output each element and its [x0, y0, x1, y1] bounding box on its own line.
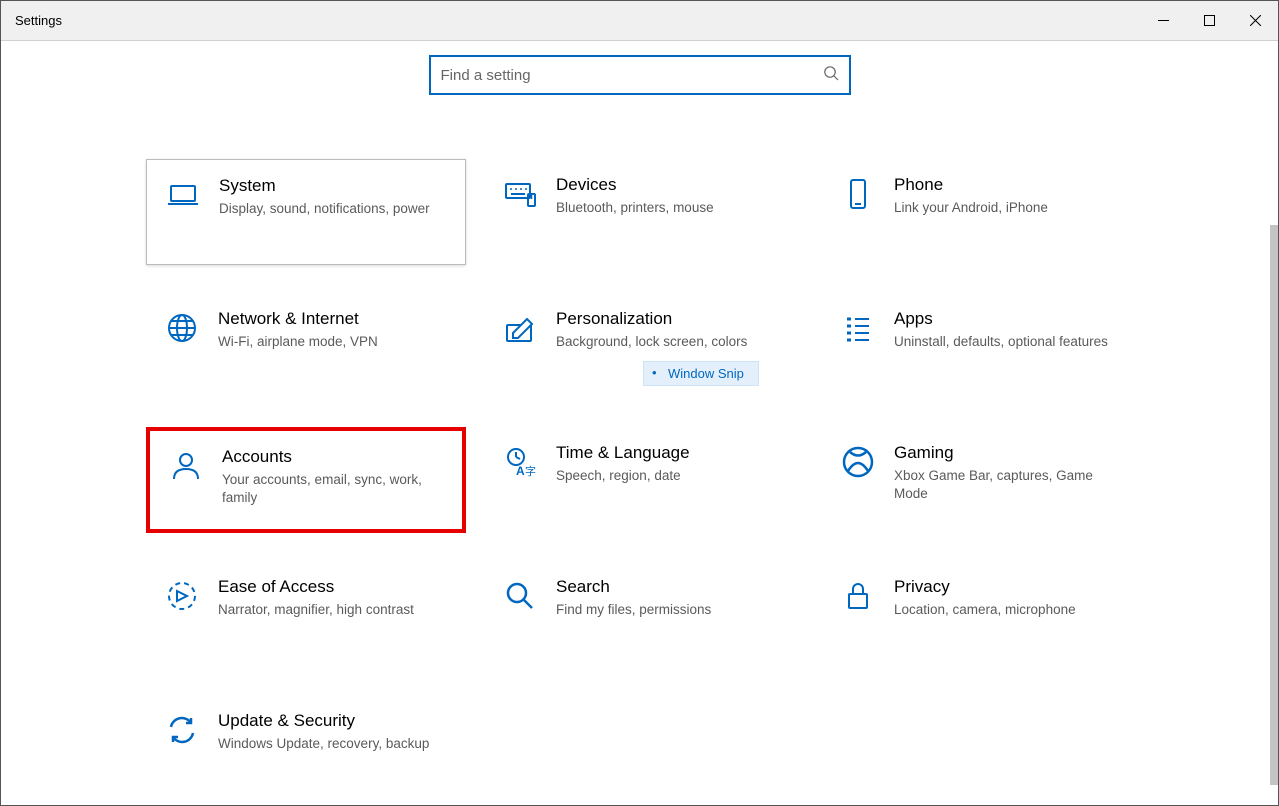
card-title: Phone	[894, 175, 1048, 195]
card-text: Devices Bluetooth, printers, mouse	[542, 175, 720, 249]
search-container	[1, 41, 1278, 95]
card-text: Privacy Location, camera, microphone	[880, 577, 1082, 651]
card-title: Accounts	[222, 447, 442, 467]
list-icon	[836, 309, 880, 383]
card-text: System Display, sound, notifications, pow…	[205, 176, 436, 248]
card-desc: Background, lock screen, colors	[556, 333, 747, 351]
card-title: Personalization	[556, 309, 747, 329]
settings-card-privacy[interactable]: Privacy Location, camera, microphone	[822, 561, 1142, 667]
lock-icon	[836, 577, 880, 651]
card-text: Accounts Your accounts, email, sync, work…	[208, 447, 448, 513]
card-desc: Display, sound, notifications, power	[219, 200, 430, 218]
close-button[interactable]	[1232, 1, 1278, 41]
keyboard-icon	[498, 175, 542, 249]
settings-card-phone[interactable]: Phone Link your Android, iPhone	[822, 159, 1142, 265]
ease-icon	[160, 577, 204, 651]
card-title: Update & Security	[218, 711, 429, 731]
search-icon	[823, 65, 839, 86]
card-desc: Your accounts, email, sync, work, family	[222, 471, 442, 507]
titlebar: Settings	[1, 1, 1278, 41]
card-desc: Location, camera, microphone	[894, 601, 1076, 619]
card-title: Time & Language	[556, 443, 690, 463]
search-box[interactable]	[429, 55, 851, 95]
maximize-button[interactable]	[1186, 1, 1232, 41]
card-title: Gaming	[894, 443, 1122, 463]
card-text: Time & Language Speech, region, date	[542, 443, 696, 517]
settings-card-devices[interactable]: Devices Bluetooth, printers, mouse	[484, 159, 804, 265]
card-desc: Link your Android, iPhone	[894, 199, 1048, 217]
clock-lang-icon	[498, 443, 542, 517]
card-text: Apps Uninstall, defaults, optional featur…	[880, 309, 1114, 383]
card-desc: Windows Update, recovery, backup	[218, 735, 429, 753]
card-title: Devices	[556, 175, 714, 195]
laptop-icon	[161, 176, 205, 248]
card-text: Network & Internet Wi-Fi, airplane mode, …	[204, 309, 384, 383]
settings-card-apps[interactable]: Apps Uninstall, defaults, optional featur…	[822, 293, 1142, 399]
card-text: Ease of Access Narrator, magnifier, high …	[204, 577, 420, 651]
scrollbar[interactable]	[1270, 225, 1278, 785]
card-text: Update & Security Windows Update, recover…	[204, 711, 435, 785]
xbox-icon	[836, 443, 880, 517]
card-text: Gaming Xbox Game Bar, captures, Game Mode	[880, 443, 1128, 517]
card-title: System	[219, 176, 430, 196]
card-title: Ease of Access	[218, 577, 414, 597]
phone-icon	[836, 175, 880, 249]
person-icon	[164, 447, 208, 513]
card-title: Apps	[894, 309, 1108, 329]
card-desc: Speech, region, date	[556, 467, 690, 485]
card-desc: Find my files, permissions	[556, 601, 711, 619]
pen-icon	[498, 309, 542, 383]
card-text: Search Find my files, permissions	[542, 577, 717, 651]
content-area: System Display, sound, notifications, pow…	[1, 41, 1278, 805]
update-icon	[160, 711, 204, 785]
window-title: Settings	[15, 13, 1140, 28]
search-input[interactable]	[441, 67, 823, 84]
card-text: Phone Link your Android, iPhone	[880, 175, 1054, 249]
snip-tooltip: Window Snip	[643, 361, 759, 386]
settings-card-update-security[interactable]: Update & Security Windows Update, recover…	[146, 695, 466, 801]
card-desc: Narrator, magnifier, high contrast	[218, 601, 414, 619]
minimize-button[interactable]	[1140, 1, 1186, 41]
settings-grid: System Display, sound, notifications, pow…	[146, 159, 1146, 801]
settings-card-network-internet[interactable]: Network & Internet Wi-Fi, airplane mode, …	[146, 293, 466, 399]
settings-card-system[interactable]: System Display, sound, notifications, pow…	[146, 159, 466, 265]
settings-card-ease-of-access[interactable]: Ease of Access Narrator, magnifier, high …	[146, 561, 466, 667]
settings-card-accounts[interactable]: Accounts Your accounts, email, sync, work…	[146, 427, 466, 533]
settings-card-gaming[interactable]: Gaming Xbox Game Bar, captures, Game Mode	[822, 427, 1142, 533]
settings-card-search[interactable]: Search Find my files, permissions	[484, 561, 804, 667]
settings-card-time-language[interactable]: Time & Language Speech, region, date	[484, 427, 804, 533]
search-icon	[498, 577, 542, 651]
card-desc: Bluetooth, printers, mouse	[556, 199, 714, 217]
card-desc: Xbox Game Bar, captures, Game Mode	[894, 467, 1122, 503]
card-title: Search	[556, 577, 711, 597]
card-title: Privacy	[894, 577, 1076, 597]
card-title: Network & Internet	[218, 309, 378, 329]
globe-icon	[160, 309, 204, 383]
window-controls	[1140, 1, 1278, 41]
card-desc: Uninstall, defaults, optional features	[894, 333, 1108, 351]
card-desc: Wi-Fi, airplane mode, VPN	[218, 333, 378, 351]
